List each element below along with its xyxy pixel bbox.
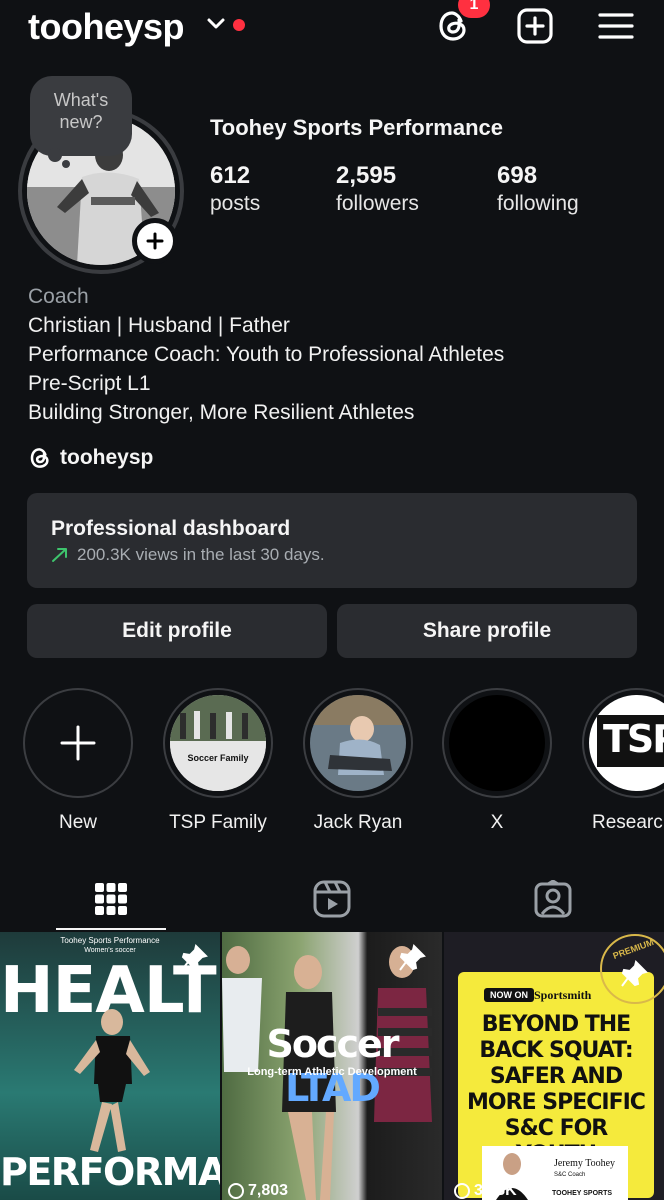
followers-count[interactable]: 2,595 followers <box>336 162 419 216</box>
post-tile-health-performance[interactable]: Toohey Sports Performance Women's soccer… <box>0 932 220 1200</box>
note-bubble-tail-small <box>62 160 70 168</box>
highlight-cover <box>449 695 545 791</box>
bio-line: Christian | Husband | Father <box>28 314 290 337</box>
threads-notification-badge: 1 <box>458 0 490 18</box>
highlight-x[interactable]: X <box>442 688 552 834</box>
grid-icon <box>95 883 127 915</box>
highlight-label: New <box>58 812 97 833</box>
highlight-cover-caption: TSP <box>603 717 664 761</box>
edit-profile-button[interactable]: Edit profile <box>27 604 327 658</box>
highlight-tsp-family[interactable]: Soccer Family TSP Family <box>163 688 273 834</box>
pin-icon <box>399 944 426 971</box>
stat-label: posts <box>210 192 261 215</box>
play-icon <box>454 1183 470 1199</box>
highlight-ring <box>303 688 413 798</box>
stat-value: 698 <box>497 162 538 189</box>
post-author-role: S&C Coach <box>554 1172 586 1178</box>
display-name: Toohey Sports Performance <box>210 115 503 140</box>
post-view-count: 38.3K <box>454 1182 517 1200</box>
chevron-down-icon[interactable] <box>206 16 226 32</box>
dashboard-title: Professional dashboard <box>51 517 291 540</box>
athlete-figure <box>74 1009 150 1152</box>
views-label: 38.3K <box>474 1182 517 1199</box>
highlight-ring: TSP <box>582 688 664 798</box>
reels-icon <box>313 880 351 918</box>
highlight-ring <box>23 688 133 798</box>
profile-header: tooheysp 1 <box>0 0 664 58</box>
tagged-icon <box>534 880 572 918</box>
note-bubble-tail <box>48 148 62 162</box>
highlight-label: TSP Family <box>169 812 267 833</box>
pin-icon <box>181 944 208 971</box>
add-story-button[interactable] <box>132 218 178 264</box>
active-tab-indicator <box>56 928 166 930</box>
post-footer-text: TOOHEY SPORTS <box>552 1190 613 1197</box>
highlight-ring: Soccer Family <box>163 688 273 798</box>
new-post-icon[interactable] <box>515 6 555 46</box>
profile-bio: Coach Christian | Husband | Father Perfo… <box>28 282 504 427</box>
notification-dot <box>233 19 245 31</box>
highlight-label: Researc <box>592 812 663 833</box>
tab-posts-grid[interactable] <box>56 868 166 930</box>
tab-reels[interactable] <box>277 868 387 930</box>
highlight-ring <box>442 688 552 798</box>
plus-icon <box>60 725 96 761</box>
threads-handle: tooheysp <box>60 446 154 469</box>
highlight-cover: Soccer Family <box>170 695 266 791</box>
note-bubble-text: What's new? <box>53 90 109 132</box>
post-subtitle: Long-term Athletic Development <box>247 1066 417 1078</box>
pin-icon <box>621 960 648 987</box>
highlight-cover <box>310 695 406 791</box>
threads-icon <box>30 448 49 468</box>
bio-line: Performance Coach: Youth to Professional… <box>28 343 505 366</box>
dashboard-subtitle: 200.3K views in the last 30 days. <box>51 545 613 565</box>
trend-up-icon <box>52 548 67 562</box>
note-bubble[interactable]: What's new? <box>30 76 132 156</box>
views-label: 7,803 <box>248 1182 289 1199</box>
posts-count[interactable]: 612 posts <box>210 162 260 216</box>
profile-category: Coach <box>28 285 89 308</box>
threads-profile-link[interactable]: tooheysp <box>28 446 153 470</box>
stat-label: following <box>497 192 579 215</box>
professional-dashboard-card[interactable]: Professional dashboard 200.3K views in t… <box>27 493 637 588</box>
highlight-new[interactable]: New <box>23 688 133 834</box>
post-tile-beyond-back-squat[interactable]: NOW ON Sportsmith BEYOND THE BACK SQUAT:… <box>444 932 664 1200</box>
dashboard-views: 200.3K views in the last 30 days. <box>77 545 325 564</box>
stat-label: followers <box>336 192 419 215</box>
post-brand: Sportsmith <box>534 988 592 1002</box>
account-username[interactable]: tooheysp <box>28 6 185 48</box>
play-icon <box>228 1183 244 1199</box>
highlight-research[interactable]: TSP Researc <box>582 688 664 834</box>
share-profile-button[interactable]: Share profile <box>337 604 637 658</box>
stat-value: 612 <box>210 162 251 189</box>
highlight-label: Jack Ryan <box>313 812 403 833</box>
following-count[interactable]: 698 following <box>497 162 579 216</box>
highlight-cover-caption: Soccer Family <box>187 753 249 763</box>
menu-icon[interactable] <box>596 6 636 46</box>
highlight-cover: TSP <box>589 695 664 791</box>
bio-line: Pre-Script L1 <box>28 372 151 395</box>
tab-tagged[interactable] <box>498 868 608 930</box>
highlight-jack-ryan[interactable]: Jack Ryan <box>303 688 413 834</box>
highlight-label: X <box>490 812 504 833</box>
post-tile-soccer-ltad[interactable]: Soccer LTAD Long-term Athletic Developme… <box>222 932 442 1200</box>
post-footer-text: PERFORMANCE <box>0 1150 220 1194</box>
post-tag: NOW ON <box>484 988 534 1002</box>
bio-line: Building Stronger, More Resilient Athlet… <box>28 401 415 424</box>
post-author: Jeremy Toohey <box>554 1158 616 1169</box>
stat-value: 2,595 <box>336 162 397 189</box>
post-headline-part-a: Soccer <box>266 1022 399 1066</box>
post-view-count: 7,803 <box>228 1182 288 1200</box>
